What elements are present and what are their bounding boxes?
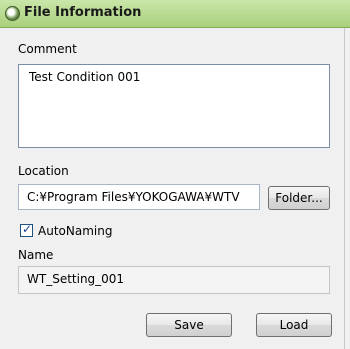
location-label: Location: [18, 164, 69, 178]
panel-border: [344, 28, 345, 349]
comment-label: Comment: [18, 42, 77, 56]
autonaming-label: AutoNaming: [38, 224, 113, 238]
autonaming-checkbox[interactable]: ✓: [20, 222, 33, 237]
name-input[interactable]: WT_Setting_001: [18, 266, 330, 294]
folder-button[interactable]: Folder...: [268, 186, 330, 210]
window-title: File Information: [24, 5, 142, 20]
name-label: Name: [18, 248, 54, 262]
location-input[interactable]: C:¥Program Files¥YOKOGAWA¥WTV: [18, 184, 260, 210]
comment-textarea[interactable]: Test Condition 001: [18, 64, 330, 148]
window-icon: [5, 6, 20, 21]
window-titlebar: File Information: [0, 0, 350, 28]
save-button[interactable]: Save: [146, 313, 232, 337]
load-button[interactable]: Load: [256, 313, 332, 337]
check-icon: ✓: [22, 222, 33, 236]
